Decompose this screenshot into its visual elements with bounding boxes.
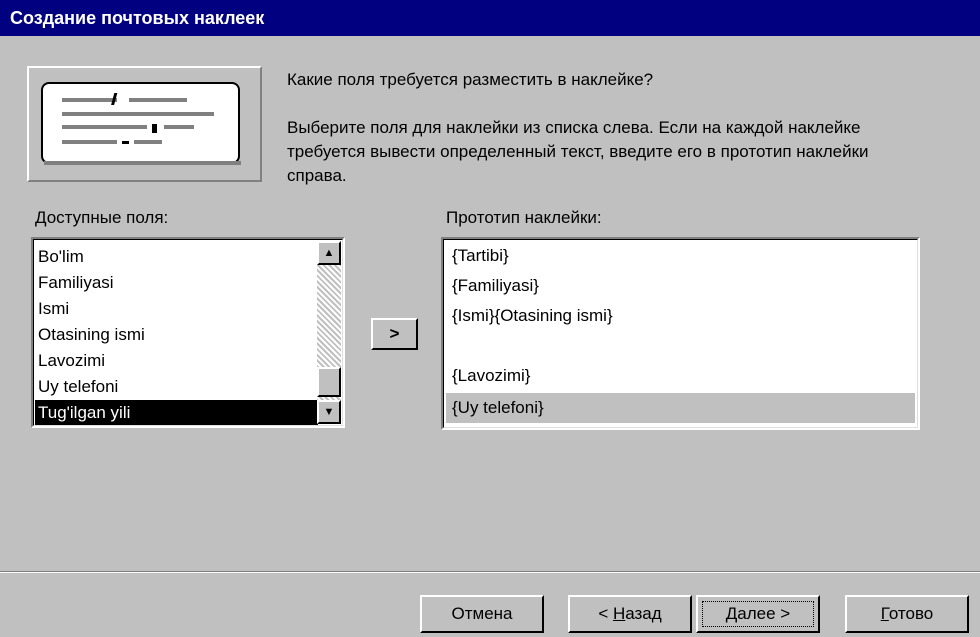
list-item[interactable]: Uy telefoni <box>38 374 118 399</box>
available-fields-list[interactable]: Bo'lim Familiyasi Ismi Otasining ismi La… <box>31 237 345 428</box>
prototype-line[interactable]: {Lavozimi} <box>452 361 530 391</box>
prototype-line[interactable]: {Ismi}{Otasining ismi} <box>452 301 613 331</box>
finish-button[interactable]: Готово <box>845 595 969 633</box>
back-button[interactable]: < Назад <box>568 595 692 633</box>
next-button[interactable]: Далее > <box>696 595 820 633</box>
instructions-text: Выберите поля для наклейки из списка сле… <box>287 118 869 185</box>
list-item[interactable]: Lavozimi <box>38 348 105 373</box>
list-item-selected[interactable]: Tug'ilgan yili <box>35 400 318 425</box>
prototype-line[interactable]: {Tartibi} <box>452 241 509 271</box>
title-bar: Создание почтовых наклеек <box>0 0 980 36</box>
prototype-line-current[interactable]: {Uy telefoni} <box>446 393 915 423</box>
list-item[interactable]: Ismi <box>38 296 69 321</box>
finish-button-accel: Г <box>880 604 889 623</box>
finish-button-label: отово <box>888 604 934 623</box>
vertical-scrollbar[interactable]: ▲ ▼ <box>317 241 341 424</box>
scroll-down-button[interactable]: ▼ <box>317 400 341 424</box>
cancel-button[interactable]: Отмена <box>420 595 544 633</box>
add-field-button-label: > <box>389 324 400 343</box>
footer-divider <box>0 571 980 573</box>
mailing-label-icon <box>27 66 262 182</box>
back-button-accel: Н <box>612 604 626 623</box>
scroll-thumb[interactable] <box>317 367 341 397</box>
focus-rectangle <box>702 601 814 627</box>
list-item[interactable]: Otasining ismi <box>38 322 145 347</box>
prototype-label: Прототип наклейки: <box>446 208 602 227</box>
window-title: Создание почтовых наклеек <box>10 8 265 28</box>
arrow-down-icon: ▼ <box>323 406 335 418</box>
prototype-line[interactable]: {Familiyasi} <box>452 271 539 301</box>
scroll-up-button[interactable]: ▲ <box>317 241 341 265</box>
list-item[interactable]: Bo'lim <box>38 244 84 269</box>
back-button-label: азад <box>625 604 662 623</box>
label-prototype-editor[interactable]: {Tartibi} {Familiyasi} {Ismi}{Otasining … <box>441 237 920 430</box>
list-item[interactable]: Familiyasi <box>38 270 114 295</box>
available-fields-label: Доступные поля: <box>35 208 169 227</box>
cancel-button-label: Отмена <box>451 604 513 623</box>
add-field-button[interactable]: > <box>371 318 418 350</box>
question-text: Какие поля требуется разместить в наклей… <box>287 70 654 89</box>
back-button-prefix: < <box>598 604 613 623</box>
arrow-up-icon: ▲ <box>323 247 335 259</box>
